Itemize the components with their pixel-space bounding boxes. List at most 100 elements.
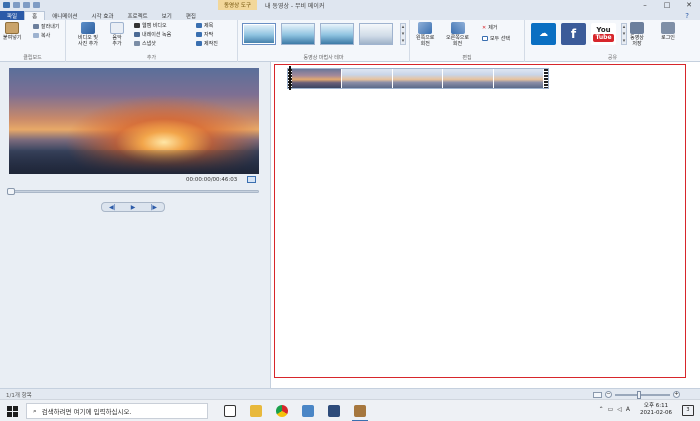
save-icon[interactable] xyxy=(13,2,20,8)
add-videos-photos-button[interactable]: 비디오 및 사진 추가 xyxy=(78,22,98,47)
theme-thumbnail[interactable] xyxy=(242,23,276,45)
save-movie-button[interactable]: 동영상 저장 xyxy=(630,22,644,47)
tab-edit[interactable]: 편집 xyxy=(179,11,203,20)
redo-icon[interactable] xyxy=(33,2,40,8)
minimize-button[interactable]: – xyxy=(634,0,656,10)
zoom-slider[interactable] xyxy=(615,390,670,399)
ime-indicator[interactable]: A xyxy=(626,406,630,413)
credits-icon xyxy=(196,41,202,46)
sign-in-icon xyxy=(661,22,675,34)
taskbar: ⌕ 검색하려면 여기에 입력하십시오. ⌃ ▭ ◁ A 오후 6:11 2021… xyxy=(0,399,700,421)
zoom-in-icon[interactable]: + xyxy=(673,391,680,398)
taskbar-search-box[interactable]: ⌕ 검색하려면 여기에 입력하십시오. xyxy=(26,403,208,419)
maximize-button[interactable]: □ xyxy=(656,0,678,10)
window-title: 내 동영상 - 무비 메이커 xyxy=(265,3,325,10)
theme-thumbnail[interactable] xyxy=(320,23,354,45)
themes-more-icon[interactable]: ▴ ▾ ▾ xyxy=(400,23,406,45)
clip-frame xyxy=(392,69,444,88)
zoom-slider-handle[interactable] xyxy=(637,390,641,399)
clip-frame xyxy=(443,69,494,88)
search-placeholder: 검색하려면 여기에 입력하십시오. xyxy=(41,408,132,416)
undo-icon[interactable] xyxy=(23,2,30,8)
copy-button[interactable]: 복사 xyxy=(33,32,50,39)
app-icon[interactable] xyxy=(3,2,10,8)
app-icon-taskbar[interactable] xyxy=(328,405,340,417)
seek-bar[interactable] xyxy=(9,190,259,193)
clock-date: 2021-02-06 xyxy=(640,410,672,416)
next-frame-button[interactable]: |▶ xyxy=(143,204,164,211)
cloud-share-icon[interactable]: ☁ xyxy=(531,23,556,45)
remove-button[interactable]: ✕ 제거 xyxy=(482,24,497,32)
file-explorer-icon[interactable] xyxy=(250,405,262,417)
editing-group: 왼쪽으로 회전 오른쪽으로 회전 ✕ 제거 모두 선택 편집 xyxy=(410,20,525,62)
ribbon-tabs: 파일 홈 애니메이션 시각 효과 프로젝트 보기 편집 ? xyxy=(0,10,700,20)
share-more-icon[interactable]: ▴ ▾ ▾ xyxy=(621,23,627,45)
title-button[interactable]: 제목 xyxy=(196,22,213,29)
share-group-label: 공유 xyxy=(607,55,618,61)
share-group: ☁ f You Tube ▴ ▾ ▾ 동영상 저장 로그인 공유 xyxy=(525,20,700,62)
taskbar-clock[interactable]: 오후 6:11 2021-02-06 xyxy=(640,403,672,417)
fullscreen-icon[interactable] xyxy=(247,176,256,183)
previous-frame-button[interactable]: ◀| xyxy=(102,204,123,211)
clip-frame xyxy=(292,69,343,88)
music-note-icon xyxy=(110,22,124,34)
youtube-label-tube: Tube xyxy=(593,34,614,42)
copy-icon xyxy=(33,33,39,38)
close-button[interactable]: ✕ xyxy=(678,0,700,10)
tab-home[interactable]: 홈 xyxy=(24,11,46,20)
theme-thumbnail[interactable] xyxy=(359,23,393,45)
playback-controls: ◀| ▶ |▶ xyxy=(101,202,165,212)
theme-thumbnail[interactable] xyxy=(281,23,315,45)
add-music-button[interactable]: 음악 추가 xyxy=(110,22,124,47)
notification-center-icon[interactable]: 3 xyxy=(682,405,694,416)
themes-group-label: 동영상 마법사 테마 xyxy=(303,55,344,61)
rotate-left-button[interactable]: 왼쪽으로 회전 xyxy=(416,22,434,47)
chrome-icon[interactable] xyxy=(276,405,288,417)
storyboard[interactable] xyxy=(271,62,700,388)
system-tray: ⌃ ▭ ◁ A xyxy=(599,406,630,413)
rotate-right-icon xyxy=(450,22,465,34)
snapshot-button[interactable]: 스냅샷 xyxy=(134,40,156,47)
scissors-icon xyxy=(33,24,39,29)
task-view-icon[interactable] xyxy=(224,405,236,417)
camera-icon xyxy=(134,41,140,46)
video-clip[interactable] xyxy=(287,68,549,89)
webcam-video-button[interactable]: 웹캠 비디오 xyxy=(134,22,167,29)
select-all-icon xyxy=(482,36,488,41)
zoom-out-icon[interactable]: − xyxy=(605,391,612,398)
clip-frame xyxy=(493,69,545,88)
tab-file[interactable]: 파일 xyxy=(0,11,25,20)
caption-icon xyxy=(196,32,202,37)
clock-time: 오후 6:11 xyxy=(643,403,669,409)
help-icon[interactable]: ? xyxy=(678,11,696,20)
movie-maker-taskbar-icon[interactable] xyxy=(352,405,368,421)
windows-start-icon[interactable] xyxy=(7,406,18,417)
quick-access-toolbar xyxy=(0,2,120,8)
caption-button[interactable]: 자막 xyxy=(196,31,213,38)
volume-icon[interactable]: ◁ xyxy=(617,406,622,413)
tab-animation[interactable]: 애니메이션 xyxy=(45,11,84,20)
record-narration-button[interactable]: 내레이션 녹음 xyxy=(134,31,171,38)
save-movie-icon xyxy=(630,22,644,34)
youtube-label-you: You xyxy=(596,26,611,34)
facebook-icon[interactable]: f xyxy=(561,23,586,45)
tab-project[interactable]: 프로젝트 xyxy=(121,11,155,20)
play-button[interactable]: ▶ xyxy=(123,204,144,211)
cut-button[interactable]: 잘라내기 xyxy=(33,23,59,30)
show-hidden-icons-icon[interactable]: ⌃ xyxy=(599,406,604,413)
tab-visual-effects[interactable]: 시각 효과 xyxy=(85,11,121,20)
rotate-right-button[interactable]: 오른쪽으로 회전 xyxy=(446,22,469,47)
credits-button[interactable]: 제작진 xyxy=(196,40,218,47)
sign-in-button[interactable]: 로그인 xyxy=(661,22,675,41)
thumbnail-size-icon[interactable] xyxy=(593,391,602,398)
video-preview[interactable] xyxy=(9,68,259,174)
playhead-cursor[interactable] xyxy=(289,66,291,90)
photos-app-icon[interactable] xyxy=(302,405,314,417)
paste-button[interactable]: 붙여넣기 xyxy=(3,22,21,41)
select-all-button[interactable]: 모두 선택 xyxy=(482,35,510,42)
seek-handle[interactable] xyxy=(7,188,15,195)
tab-view[interactable]: 보기 xyxy=(155,11,179,20)
preview-panel: 00:00:00/00:46:03 ◀| ▶ |▶ xyxy=(0,62,270,388)
network-icon[interactable]: ▭ xyxy=(608,406,614,413)
youtube-icon[interactable]: You Tube xyxy=(591,23,616,45)
